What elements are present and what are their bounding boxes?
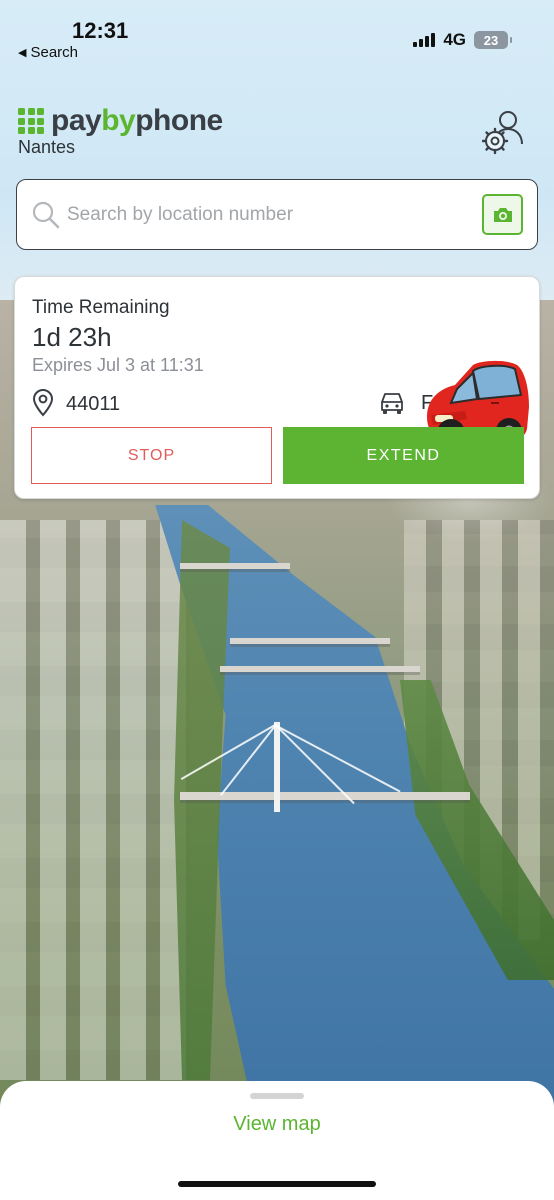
brand-grid-icon xyxy=(18,108,44,134)
camera-icon xyxy=(493,207,512,222)
search-input[interactable] xyxy=(67,196,477,234)
brand-wordmark: paybyphone xyxy=(51,104,223,137)
bridge-pylon xyxy=(274,722,280,812)
sheet-drag-handle[interactable] xyxy=(250,1093,304,1099)
map-bottom-sheet[interactable]: View map xyxy=(0,1081,554,1200)
time-remaining-label: Time Remaining xyxy=(32,297,170,318)
vehicle-icon xyxy=(381,393,403,414)
active-parking-session-card[interactable]: Time Remaining 1d 23h Expires Jul 3 at 1… xyxy=(14,276,540,499)
city-name: Nantes xyxy=(18,137,76,157)
status-indicators: 4G 23 xyxy=(413,30,512,50)
expiry-text: Expires Jul 3 at 11:31 xyxy=(32,355,204,375)
location-search-bar xyxy=(16,179,538,250)
brand-logo: paybyphone xyxy=(18,104,223,138)
location-number: 44011 xyxy=(66,393,121,415)
buildings-left xyxy=(0,520,190,1080)
stop-parking-button[interactable]: STOP xyxy=(31,427,272,484)
back-arrow-icon: ◀ xyxy=(18,47,27,59)
battery-icon: 23 xyxy=(474,31,512,49)
view-map-link[interactable]: View map xyxy=(0,1113,554,1136)
extend-parking-button[interactable]: EXTEND xyxy=(283,427,524,484)
network-type: 4G xyxy=(443,30,466,49)
time-remaining-value: 1d 23h xyxy=(32,322,112,352)
account-settings-icon xyxy=(481,111,523,155)
search-icon xyxy=(32,201,60,229)
bridge xyxy=(220,666,420,672)
scan-camera-button[interactable] xyxy=(482,194,523,235)
battery-level: 23 xyxy=(483,32,499,48)
status-time: 12:31 xyxy=(72,18,129,43)
bridge xyxy=(230,638,390,644)
location-pin-icon xyxy=(32,389,54,417)
account-settings-button[interactable] xyxy=(481,108,526,156)
signal-icon xyxy=(413,33,436,47)
back-to-search-link[interactable]: ◀ Search xyxy=(18,44,78,61)
back-label: Search xyxy=(30,44,78,61)
bridge xyxy=(180,563,290,569)
home-indicator[interactable] xyxy=(178,1181,376,1187)
